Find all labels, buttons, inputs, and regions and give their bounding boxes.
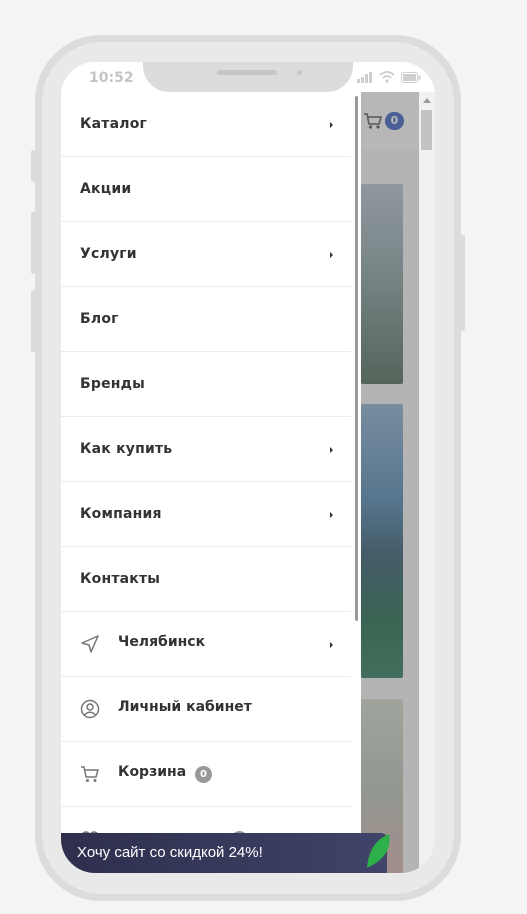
menu-item-services[interactable]: Услуги: [61, 222, 351, 287]
menu-item-label: Акции: [80, 181, 132, 197]
mute-switch: [31, 150, 36, 182]
menu-item-label: Компания: [80, 506, 162, 522]
volume-up-button: [31, 212, 36, 274]
front-camera: [297, 70, 302, 75]
status-time: 10:52: [89, 70, 134, 86]
drawer-scrollbar[interactable]: [355, 96, 358, 621]
menu-item-contacts[interactable]: Контакты: [61, 547, 351, 612]
menu-item-label: Каталог: [80, 116, 148, 132]
account-label: Личный кабинет: [118, 699, 252, 715]
menu-item-company[interactable]: Компания: [61, 482, 351, 547]
menu-item-city[interactable]: Челябинск: [61, 612, 351, 677]
notch: [143, 62, 353, 92]
menu-item-blog[interactable]: Блог: [61, 287, 351, 352]
menu-item-cart[interactable]: Корзина 0: [61, 742, 351, 807]
location-arrow-icon: [81, 635, 99, 653]
mobile-menu-drawer: Каталог Акции Услуги Блог Бренды Как куп…: [61, 92, 361, 873]
page-scrollbar[interactable]: [419, 92, 435, 873]
menu-item-brands[interactable]: Бренды: [61, 352, 351, 417]
menu-item-how-to-buy[interactable]: Как купить: [61, 417, 351, 482]
menu-item-label: Контакты: [80, 571, 161, 587]
submenu-arrow-icon: [330, 122, 333, 128]
menu-item-account[interactable]: Личный кабинет: [61, 677, 351, 742]
submenu-arrow-icon: [330, 512, 333, 518]
leaf-icon[interactable]: [365, 834, 391, 868]
phone-screen: 10:52 0 Каталог Акции Услуги Блог Бренды…: [61, 62, 435, 873]
menu-item-promotions[interactable]: Акции: [61, 157, 351, 222]
wifi-icon: [379, 71, 395, 83]
menu-item-label: Как купить: [80, 441, 173, 457]
submenu-arrow-icon: [330, 642, 333, 648]
scroll-thumb[interactable]: [421, 110, 432, 150]
scroll-up-arrow-icon[interactable]: [423, 98, 431, 103]
power-button: [460, 235, 465, 331]
status-icons: [357, 71, 421, 83]
cart-count-badge: 0: [195, 766, 212, 783]
volume-down-button: [31, 290, 36, 352]
menu-item-label: Услуги: [80, 246, 137, 262]
submenu-arrow-icon: [330, 447, 333, 453]
city-label: Челябинск: [118, 634, 206, 650]
signal-icon: [357, 71, 372, 83]
cart-label: Корзина: [118, 764, 187, 780]
cart-icon: [81, 766, 99, 782]
menu-item-label: Блог: [80, 311, 119, 327]
user-circle-icon: [80, 699, 100, 719]
menu-item-label: Бренды: [80, 376, 146, 392]
submenu-arrow-icon: [330, 252, 333, 258]
promo-banner[interactable]: Хочу сайт со скидкой 24%!: [61, 833, 387, 873]
menu-item-catalog[interactable]: Каталог: [61, 92, 351, 157]
promo-text: Хочу сайт со скидкой 24%!: [77, 844, 263, 861]
battery-icon: [401, 71, 421, 83]
speaker: [217, 70, 277, 75]
